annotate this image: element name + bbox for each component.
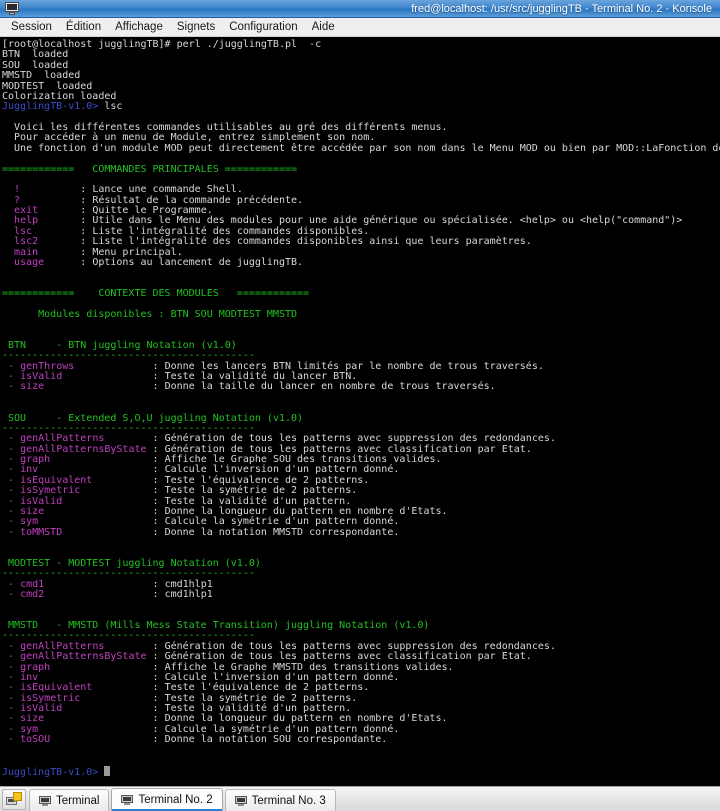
terminal-line: - toSOU : Donne la notation SOU correspo…: [8, 734, 388, 746]
terminal-line: ============ COMMANDES PRINCIPALES =====…: [2, 163, 298, 175]
session-tab-terminal-no-3[interactable]: Terminal No. 3: [224, 789, 336, 811]
terminal-icon: [234, 795, 247, 806]
terminal-line: BTN loaded: [2, 49, 69, 61]
terminal-line: JugglingTB-v1.0>: [2, 766, 720, 778]
terminal-line: [root@localhost jugglingTB]# perl ./jugg…: [2, 39, 322, 50]
session-tab-terminal[interactable]: Terminal: [29, 789, 110, 811]
terminal-line: MMSTD loaded: [2, 70, 81, 82]
session-tab-label: Terminal No. 2: [138, 794, 213, 806]
terminal-viewport[interactable]: [root@localhost jugglingTB]# perl ./jugg…: [0, 37, 720, 786]
menu-item-affichage[interactable]: Affichage: [108, 18, 170, 36]
menu-item-signets[interactable]: Signets: [170, 18, 222, 36]
terminal-cursor: [104, 766, 111, 777]
terminal-line: JugglingTB-v1.0> lsc: [2, 101, 123, 113]
window-title: fred@localhost: /usr/src/jugglingTB - Te…: [411, 2, 712, 15]
menu-item-aide[interactable]: Aide: [305, 18, 342, 36]
window-titlebar[interactable]: fred@localhost: /usr/src/jugglingTB - Te…: [0, 0, 720, 18]
terminal-line: - cmd2 : cmd1hlp1: [8, 588, 213, 600]
terminal-output[interactable]: [root@localhost jugglingTB]# perl ./jugg…: [0, 37, 720, 778]
menu-item-configuration[interactable]: Configuration: [222, 18, 304, 36]
menubar: Session Édition Affichage Signets Config…: [0, 18, 720, 37]
session-tabbar: Terminal Terminal No. 2 Terminal No. 3: [0, 786, 720, 811]
session-tab-label: Terminal: [56, 794, 100, 807]
session-tab-label: Terminal No. 3: [251, 794, 326, 807]
menu-item-edition[interactable]: Édition: [59, 18, 108, 36]
terminal-icon: [5, 2, 19, 15]
terminal-line: - size : Donne la taille du lancer en no…: [8, 381, 496, 393]
terminal-line: usage : Options au lancement de juggling…: [14, 256, 304, 268]
terminal-line: - toMMSTD : Donne la notation MMSTD corr…: [8, 526, 400, 538]
menu-item-session[interactable]: Session: [4, 18, 59, 36]
terminal-line: SOU loaded: [2, 59, 69, 71]
konsole-window: fred@localhost: /usr/src/jugglingTB - Te…: [0, 0, 720, 811]
terminal-icon: [39, 795, 51, 806]
terminal-line: Une fonction d'un module MOD peut direct…: [14, 142, 720, 154]
terminal-icon: [121, 795, 134, 805]
session-tab-terminal-no-2[interactable]: Terminal No. 2: [111, 788, 223, 811]
terminal-line: ============ CONTEXTE DES MODULES ======…: [2, 288, 310, 299]
new-terminal-icon[interactable]: [2, 789, 26, 810]
terminal-line: Modules disponibles : BTN SOU MODTEST MM…: [38, 308, 298, 320]
